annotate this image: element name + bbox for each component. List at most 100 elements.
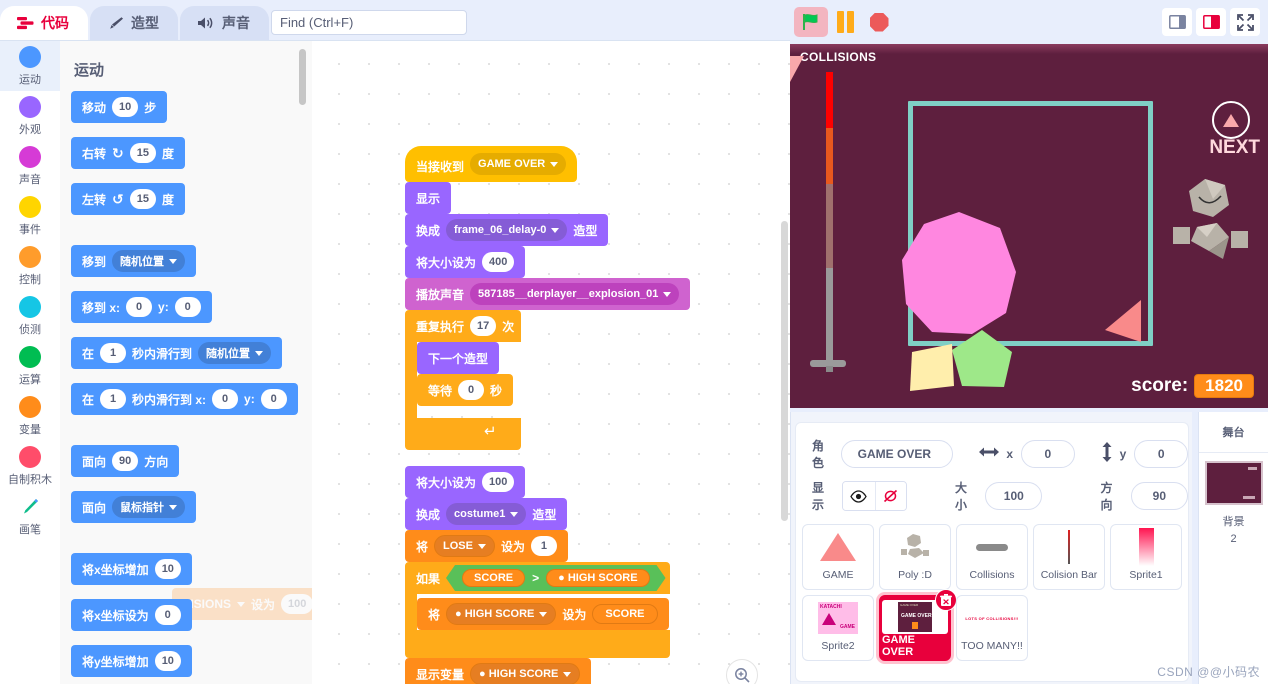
costume-dropdown[interactable]: frame_06_delay-0 xyxy=(446,219,568,241)
dx-input[interactable]: 10 xyxy=(154,559,181,579)
value-input[interactable]: 1 xyxy=(530,536,557,556)
script-block-set-size-400[interactable]: 将大小设为 400 xyxy=(405,246,526,278)
towards-dropdown[interactable]: 鼠标指针 xyxy=(112,496,186,518)
green-flag-button[interactable] xyxy=(794,7,828,37)
x-input[interactable]: 0 xyxy=(212,389,239,409)
script-block-when-broadcast[interactable]: 当接收到 GAME OVER xyxy=(405,146,578,182)
sprite-item-too-many[interactable]: LOTS OF COLLISIONS!!! TOO MANY!! xyxy=(956,595,1028,661)
category-pen[interactable]: 画笔 xyxy=(0,491,60,541)
palette-block-glide-target[interactable]: 在 1 秒内滑行到 随机位置 xyxy=(71,337,283,369)
palette-block-change-y[interactable]: 将y坐标增加 10 xyxy=(71,645,192,677)
sprite-item-game-over[interactable]: GAME OVER GAME OVER GAME OVER xyxy=(879,589,957,661)
sprite-item-game[interactable]: GAME xyxy=(802,524,874,590)
broadcast-dropdown[interactable]: GAME OVER xyxy=(470,153,567,175)
sound-dropdown[interactable]: 587185__derplayer__explosion_01 xyxy=(470,283,680,305)
category-control[interactable]: 控制 xyxy=(0,241,60,291)
tab-costumes[interactable]: 造型 xyxy=(90,6,178,40)
script-block-switch-costume[interactable]: 换成 frame_06_delay-0 造型 xyxy=(405,214,609,246)
sprite-name-field[interactable]: GAME OVER xyxy=(840,440,954,468)
highscore-reporter[interactable]: ● HIGH SCORE xyxy=(546,569,649,587)
score-reporter[interactable]: SCORE xyxy=(592,604,658,624)
target-dropdown[interactable]: 随机位置 xyxy=(198,342,272,364)
large-stage-button[interactable] xyxy=(1196,8,1226,36)
x-input[interactable]: 0 xyxy=(126,297,153,317)
sprite-item-sprite2[interactable]: KATACHI GAME Sprite2 xyxy=(802,595,874,661)
dy-input[interactable]: 10 xyxy=(154,651,181,671)
category-events[interactable]: 事件 xyxy=(0,191,60,241)
sprite-item-poly[interactable]: Poly :D xyxy=(879,524,951,590)
variable-dropdown[interactable]: ● HIGH SCORE xyxy=(446,603,557,625)
hide-sprite-button[interactable] xyxy=(874,482,906,510)
palette-block-change-x[interactable]: 将x坐标增加 10 xyxy=(71,553,192,585)
secs-input[interactable]: 1 xyxy=(100,389,127,409)
canvas-scrollbar-vertical[interactable] xyxy=(781,221,788,521)
size-input[interactable]: 100 xyxy=(482,472,515,492)
palette-block-goto-xy[interactable]: 移到 x: 0 y: 0 xyxy=(71,291,212,323)
palette-block-turn-right[interactable]: 右转 ↻ 15 度 xyxy=(71,137,186,169)
wait-input[interactable]: 0 xyxy=(458,380,485,400)
score-reporter[interactable]: SCORE xyxy=(462,569,525,587)
degrees-input[interactable]: 15 xyxy=(129,143,156,163)
x-field[interactable]: 0 xyxy=(1021,440,1075,468)
block-palette[interactable]: 运动 LISIONS 设为 100 移动 10 步 右转 ↻ 15 度 左转 ↺… xyxy=(60,40,312,684)
script-canvas[interactable]: 当接收到 GAME OVER 显示 换成 frame_06_delay-0 造型… xyxy=(312,40,790,684)
category-looks[interactable]: 外观 xyxy=(0,91,60,141)
x-input[interactable]: 0 xyxy=(154,605,181,625)
degrees-input[interactable]: 15 xyxy=(129,189,156,209)
secs-input[interactable]: 1 xyxy=(100,343,127,363)
costume-dropdown[interactable]: costume1 xyxy=(446,503,527,525)
direction-field[interactable]: 90 xyxy=(1130,482,1189,510)
zoom-in-button[interactable] xyxy=(726,659,758,684)
stage-display[interactable]: COLLISIONS NEXT score: 1820 xyxy=(790,44,1268,408)
category-my-blocks[interactable]: 自制积木 xyxy=(0,441,60,491)
y-input[interactable]: 0 xyxy=(174,297,201,317)
visibility-toggle[interactable] xyxy=(842,481,907,511)
category-operators[interactable]: 运算 xyxy=(0,341,60,391)
tab-sounds[interactable]: 声音 xyxy=(180,6,269,40)
script-block-set-highscore[interactable]: 将 ● HIGH SCORE 设为 SCORE xyxy=(417,598,669,630)
stop-button[interactable] xyxy=(864,7,894,37)
variable-dropdown[interactable]: ● HIGH SCORE xyxy=(470,663,581,684)
greater-than-operator-block[interactable]: SCORE > ● HIGH SCORE xyxy=(446,565,666,591)
steps-input[interactable]: 10 xyxy=(112,97,139,117)
palette-block-point-towards[interactable]: 面向 鼠标指针 xyxy=(71,491,197,523)
script-block-set-lose[interactable]: 将 LOSE 设为 1 xyxy=(405,530,568,562)
script-block-next-costume[interactable]: 下一个造型 xyxy=(417,342,500,374)
if-header[interactable]: 如果 SCORE > ● HIGH SCORE 那么 xyxy=(405,562,702,594)
palette-block-goto-target[interactable]: 移到 随机位置 xyxy=(71,245,197,277)
sprite-item-colision-bar[interactable]: Colision Bar xyxy=(1033,524,1105,590)
category-sound[interactable]: 声音 xyxy=(0,141,60,191)
y-input[interactable]: 0 xyxy=(260,389,287,409)
direction-input[interactable]: 90 xyxy=(112,451,139,471)
palette-block-glide-xy[interactable]: 在 1 秒内滑行到 x: 0 y: 0 xyxy=(71,383,298,415)
palette-block-set-x[interactable]: 将x坐标设为 0 xyxy=(71,599,192,631)
search-input[interactable] xyxy=(271,10,467,35)
show-sprite-button[interactable] xyxy=(843,482,875,510)
script-block-switch-costume1[interactable]: 换成 costume1 造型 xyxy=(405,498,568,530)
sprite-item-sprite1[interactable]: Sprite1 xyxy=(1110,524,1182,590)
category-motion[interactable]: 运动 xyxy=(0,41,60,91)
backdrop-thumbnail[interactable] xyxy=(1204,461,1263,505)
delete-sprite-button[interactable] xyxy=(935,589,957,611)
target-dropdown[interactable]: 随机位置 xyxy=(112,250,186,272)
y-field[interactable]: 0 xyxy=(1134,440,1188,468)
size-field[interactable]: 100 xyxy=(985,482,1043,510)
variable-dropdown[interactable]: LOSE xyxy=(434,535,495,557)
pause-button[interactable] xyxy=(832,7,858,37)
script-block-wait[interactable]: 等待 0 秒 xyxy=(417,374,514,406)
palette-block-turn-left[interactable]: 左转 ↺ 15 度 xyxy=(71,183,186,215)
small-stage-button[interactable] xyxy=(1162,8,1192,36)
repeat-header[interactable]: 重复执行 17 次 xyxy=(405,310,525,342)
size-input[interactable]: 400 xyxy=(482,252,515,272)
repeat-count-input[interactable]: 17 xyxy=(470,316,497,336)
script-block-play-sound[interactable]: 播放声音 587185__derplayer__explosion_01 xyxy=(405,278,691,310)
palette-scrollbar[interactable] xyxy=(299,49,306,105)
palette-block-point-direction[interactable]: 面向 90 方向 xyxy=(71,445,180,477)
palette-block-move-steps[interactable]: 移动 10 步 xyxy=(71,91,168,123)
category-variables[interactable]: 变量 xyxy=(0,391,60,441)
sprite-item-collisions[interactable]: Collisions xyxy=(956,524,1028,590)
script-block-show[interactable]: 显示 xyxy=(405,182,452,214)
script-block-show-variable[interactable]: 显示变量 ● HIGH SCORE xyxy=(405,658,592,684)
script-block-set-size-100[interactable]: 将大小设为 100 xyxy=(405,466,526,498)
category-sensing[interactable]: 侦测 xyxy=(0,291,60,341)
